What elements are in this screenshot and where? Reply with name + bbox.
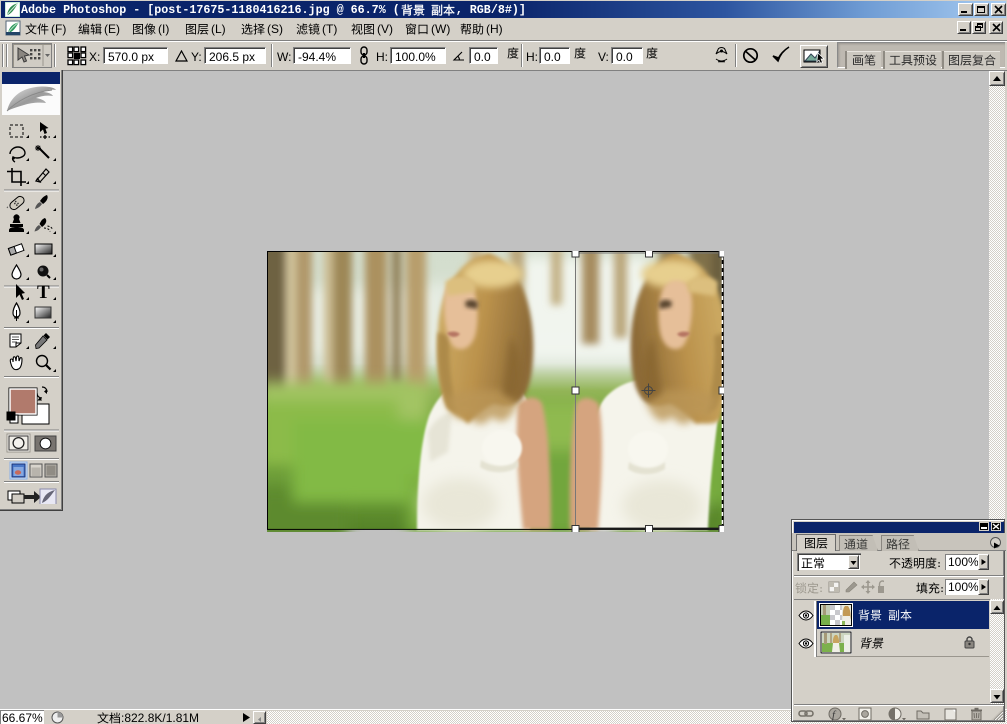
svg-text:T: T bbox=[37, 282, 50, 303]
